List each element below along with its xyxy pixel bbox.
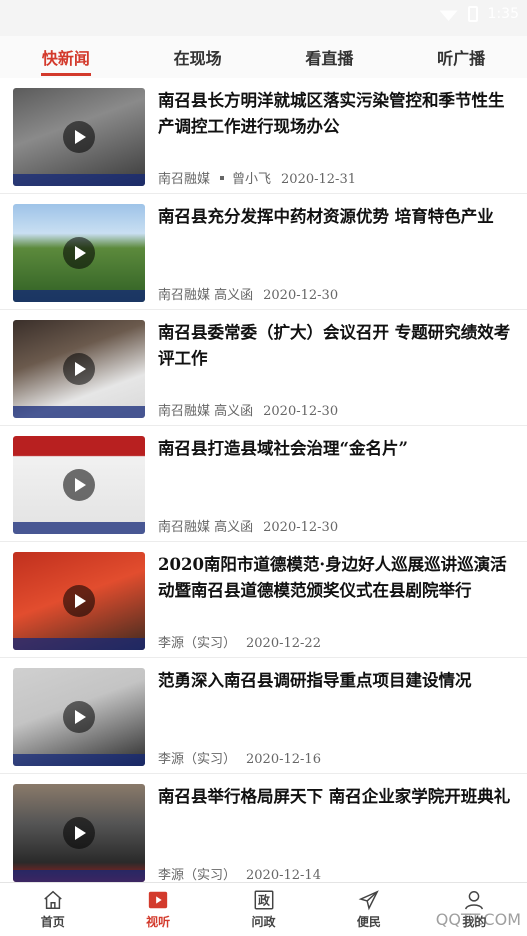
video-thumbnail (13, 88, 145, 186)
news-item[interactable]: 南召县举行格局屏天下 南召企业家学院开班典礼 李源（实习） 2020-12-14 (0, 774, 527, 882)
tab-label: 看直播 (305, 49, 354, 68)
video-thumbnail (13, 784, 145, 882)
status-icons: 1:35 (439, 6, 519, 22)
news-title: 南召县打造县域社会治理“金名片” (158, 439, 408, 458)
video-thumbnail (13, 320, 145, 418)
news-meta: 南召融媒 曾小飞 2020-12-31 (158, 168, 366, 187)
caption-bar (13, 638, 145, 650)
play-icon[interactable] (63, 353, 95, 385)
video-icon (148, 891, 168, 909)
home-icon (43, 890, 62, 909)
nav-label: 视听 (146, 915, 171, 929)
caption-bar (13, 870, 145, 882)
status-time: 1:35 (487, 6, 519, 22)
tab-label: 在现场 (173, 49, 222, 68)
news-date: 2020-12-30 (263, 520, 339, 535)
news-source: 南召融媒 高义函 (158, 520, 254, 535)
play-icon[interactable] (63, 585, 95, 617)
category-tabs: 快新闻 在现场 看直播 听广播 (0, 36, 527, 78)
video-thumbnail (13, 552, 145, 650)
nav-service[interactable]: 便民 (316, 883, 421, 936)
play-icon[interactable] (63, 237, 95, 269)
caption-bar (13, 406, 145, 418)
news-source: 南召融媒 (158, 172, 211, 187)
news-item[interactable]: 范勇深入南召县调研指导重点项目建设情况 李源（实习） 2020-12-16 (0, 658, 527, 774)
news-title: 2020南阳市道德模范·身边好人巡展巡讲巡演活动暨南召县道德模范颁奖仪式在县剧院… (158, 555, 507, 600)
news-date: 2020-12-14 (246, 868, 321, 882)
tab-label: 听广播 (437, 49, 486, 68)
news-source: 李源（实习） (158, 868, 237, 882)
separator-dot (220, 176, 225, 180)
news-source: 李源（实习） (158, 636, 237, 651)
nav-label: 便民 (356, 915, 381, 929)
nav-video[interactable]: 视听 (105, 883, 210, 936)
news-title: 南召县长方明洋就城区落实污染管控和季节性生产调控工作进行现场办公 (158, 91, 505, 136)
news-date: 2020-12-16 (246, 752, 321, 767)
news-author: 曾小飞 (232, 172, 272, 187)
svg-text:政: 政 (258, 894, 270, 908)
news-item[interactable]: 南召县打造县域社会治理“金名片” 南召融媒 高义函 2020-12-30 (0, 426, 527, 542)
news-meta: 南召融媒 高义函 2020-12-30 (158, 516, 348, 535)
news-title: 南召县举行格局屏天下 南召企业家学院开班典礼 (158, 787, 511, 806)
news-meta: 李源（实习） 2020-12-16 (158, 748, 331, 767)
play-icon[interactable] (63, 817, 95, 849)
video-thumbnail (13, 668, 145, 766)
news-meta: 南召融媒 高义函 2020-12-30 (158, 400, 348, 419)
caption-bar (13, 522, 145, 534)
nav-label: 问政 (251, 915, 276, 929)
news-item[interactable]: 2020南阳市道德模范·身边好人巡展巡讲巡演活动暨南召县道德模范颁奖仪式在县剧院… (0, 542, 527, 658)
video-thumbnail (13, 436, 145, 534)
news-title: 南召县委常委（扩大）会议召开 专题研究绩效考评工作 (158, 323, 511, 368)
news-title: 南召县充分发挥中药材资源优势 培育特色产业 (158, 207, 494, 226)
wifi-icon (439, 10, 458, 21)
tab-on-site[interactable]: 在现场 (132, 36, 264, 78)
news-meta: 李源（实习） 2020-12-22 (158, 632, 331, 651)
news-date: 2020-12-31 (281, 172, 356, 187)
news-source: 南召融媒 高义函 (158, 404, 254, 419)
video-thumbnail (13, 204, 145, 302)
tab-live[interactable]: 看直播 (264, 36, 396, 78)
battery-icon (467, 6, 478, 22)
user-icon (465, 891, 484, 910)
news-item[interactable]: 南召县长方明洋就城区落实污染管控和季节性生产调控工作进行现场办公 南召融媒 曾小飞… (0, 78, 527, 194)
nav-home[interactable]: 首页 (0, 883, 105, 936)
play-icon[interactable] (63, 469, 95, 501)
politics-icon: 政 (254, 890, 273, 910)
play-icon[interactable] (63, 121, 95, 153)
nav-politics[interactable]: 政 问政 (211, 883, 316, 936)
caption-bar (13, 174, 145, 186)
news-list: 南召县长方明洋就城区落实污染管控和季节性生产调控工作进行现场办公 南召融媒 曾小飞… (0, 78, 527, 882)
watermark: QQTT.COM (435, 910, 521, 929)
caption-bar (13, 754, 145, 766)
news-meta: 南召融媒 高义函 2020-12-30 (158, 284, 348, 303)
play-icon[interactable] (63, 701, 95, 733)
news-date: 2020-12-22 (246, 636, 321, 651)
news-item[interactable]: 南召县充分发挥中药材资源优势 培育特色产业 南召融媒 高义函 2020-12-30 (0, 194, 527, 310)
news-item[interactable]: 南召县委常委（扩大）会议召开 专题研究绩效考评工作 南召融媒 高义函 2020-1… (0, 310, 527, 426)
caption-bar (13, 290, 145, 302)
status-bar: 1:35 (0, 0, 527, 36)
news-title: 范勇深入南召县调研指导重点项目建设情况 (158, 671, 472, 690)
tab-label: 快新闻 (41, 49, 90, 68)
tab-quick-news[interactable]: 快新闻 (0, 36, 132, 78)
news-source: 南召融媒 高义函 (158, 288, 254, 303)
nav-label: 首页 (40, 915, 65, 929)
active-tab-underline (40, 73, 91, 76)
news-source: 李源（实习） (158, 752, 237, 767)
send-icon (358, 890, 379, 911)
news-date: 2020-12-30 (263, 404, 339, 419)
news-meta: 李源（实习） 2020-12-14 (158, 864, 331, 882)
news-date: 2020-12-30 (263, 288, 339, 303)
tab-radio[interactable]: 听广播 (395, 36, 527, 78)
